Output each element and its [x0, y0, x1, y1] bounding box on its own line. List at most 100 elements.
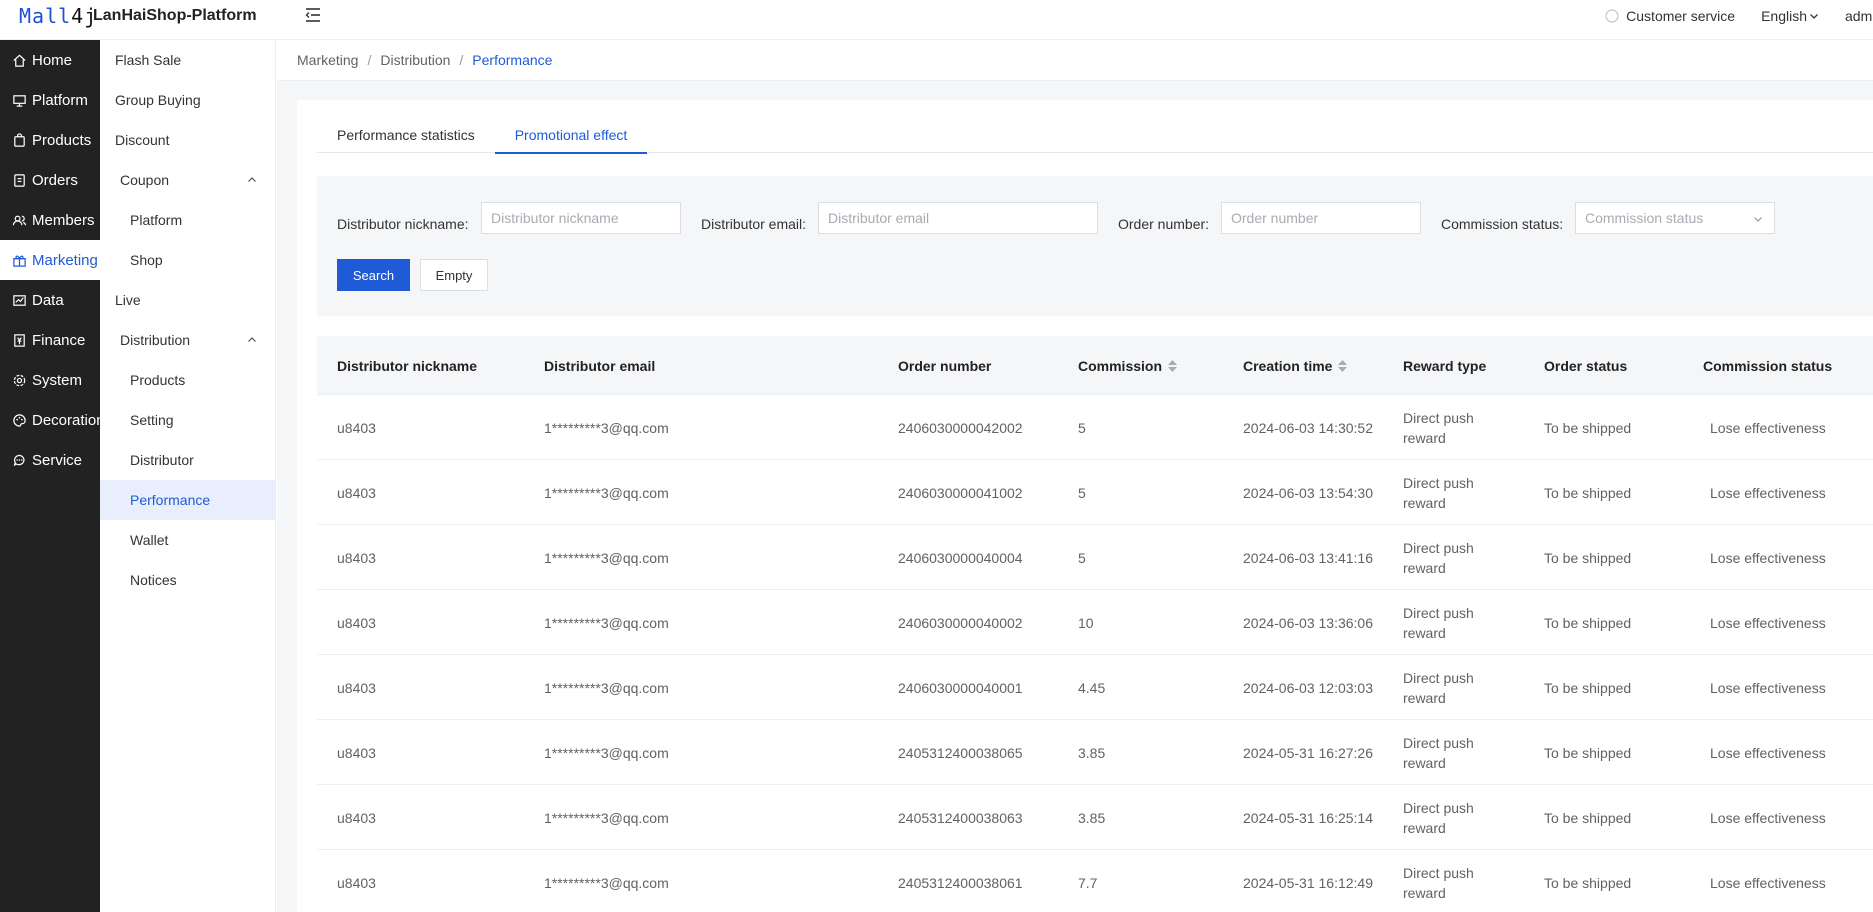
cell-nickname: u8403 — [337, 484, 376, 501]
cell-order-number: 2405312400038065 — [898, 744, 1023, 761]
sidebar-item-label: Products — [32, 131, 92, 149]
tab-performance-statistics[interactable]: Performance statistics — [317, 116, 495, 153]
cell-email: 1*********3@qq.com — [544, 679, 669, 696]
sidebar-item-label: Members — [32, 211, 95, 229]
subnav-item-flash-sale[interactable]: Flash Sale — [100, 40, 275, 80]
sort-icon[interactable] — [1338, 359, 1348, 372]
column-header-commission[interactable]: Commission — [1078, 336, 1178, 395]
customer-service-icon[interactable] — [1604, 8, 1620, 24]
cell-reward-type: Direct push reward — [1403, 799, 1474, 836]
cell-creation-time: 2024-06-03 13:36:06 — [1243, 614, 1373, 631]
subnav-item-distribution-wallet[interactable]: Wallet — [100, 520, 275, 560]
table-row: u8403 1*********3@qq.com 2406030000042002 5… — [317, 395, 1873, 460]
sidebar-item-label: Data — [32, 291, 64, 309]
cell-order-status: To be shipped — [1544, 419, 1632, 436]
cell-order-number: 2406030000040004 — [898, 549, 1023, 566]
order-number-label: Order number: — [1118, 216, 1210, 232]
sidebar-item-home[interactable]: Home — [0, 40, 100, 80]
search-button[interactable]: Search — [337, 259, 410, 291]
home-icon — [13, 54, 26, 67]
sidebar-item-label: Platform — [32, 91, 88, 109]
sidebar-item-system[interactable]: System — [0, 360, 100, 400]
breadcrumb-current: Performance — [472, 52, 553, 68]
menu-collapse-icon[interactable] — [304, 6, 322, 24]
cell-commission: 3.85 — [1078, 809, 1106, 826]
cell-reward-type: Direct push reward — [1403, 604, 1474, 641]
subnav-group-distribution[interactable]: Distribution — [100, 320, 275, 360]
palette-icon — [13, 413, 26, 427]
cell-creation-time: 2024-06-03 14:30:52 — [1243, 419, 1373, 436]
cell-reward-type: Direct push reward — [1403, 734, 1474, 771]
breadcrumb-item[interactable]: Distribution — [380, 52, 450, 68]
customer-service-link[interactable]: Customer service — [1626, 8, 1735, 24]
subnav-item-live[interactable]: Live — [100, 280, 275, 320]
breadcrumb-item[interactable]: Marketing — [297, 52, 358, 68]
subnav-group-coupon[interactable]: Coupon — [100, 160, 275, 200]
subnav-item-distribution-distributor[interactable]: Distributor — [100, 440, 275, 480]
empty-button[interactable]: Empty — [420, 259, 488, 291]
subnav-item-distribution-performance[interactable]: Performance — [100, 480, 275, 520]
chat-icon — [13, 454, 25, 466]
subnav-item-coupon-shop[interactable]: Shop — [100, 240, 275, 280]
sidebar-item-finance[interactable]: Finance — [0, 320, 100, 360]
order-icon — [14, 173, 25, 187]
tab-bar: Performance statistics Promotional effec… — [317, 116, 1873, 154]
sidebar-item-orders[interactable]: Orders — [0, 160, 100, 200]
cell-order-status: To be shipped — [1544, 744, 1632, 761]
cell-order-status: To be shipped — [1544, 484, 1632, 501]
cell-nickname: u8403 — [337, 874, 376, 891]
subnav-item-coupon-platform[interactable]: Platform — [100, 200, 275, 240]
order-number-input[interactable] — [1221, 202, 1421, 234]
subnav-item-distribution-products[interactable]: Products — [100, 360, 275, 400]
subnav-item-group-buying[interactable]: Group Buying — [100, 80, 275, 120]
secondary-sidebar: Flash Sale Group Buying Discount Coupon … — [100, 40, 276, 912]
subnav-group-label: Coupon — [120, 172, 170, 188]
commission-status-select[interactable]: Commission status — [1575, 202, 1775, 234]
cell-commission-status: Lose effectiveness — [1710, 679, 1826, 696]
cell-nickname: u8403 — [337, 744, 376, 761]
cell-order-status: To be shipped — [1544, 614, 1632, 631]
subnav-item-distribution-setting[interactable]: Setting — [100, 400, 275, 440]
sidebar-item-products[interactable]: Products — [0, 120, 100, 160]
platform-name: LanHaiShop-Platform — [93, 7, 257, 24]
cell-order-number: 2405312400038063 — [898, 809, 1023, 826]
sidebar-item-marketing[interactable]: Marketing — [0, 240, 100, 280]
cell-email: 1*********3@qq.com — [544, 874, 669, 891]
column-header-label: Commission — [1078, 357, 1163, 374]
column-header-order-number: Order number — [898, 357, 992, 374]
sort-icon[interactable] — [1168, 359, 1178, 372]
email-input[interactable] — [818, 202, 1098, 234]
cell-commission-status: Lose effectiveness — [1710, 419, 1826, 436]
subnav-item-discount[interactable]: Discount — [100, 120, 275, 160]
cell-reward-type: Direct push reward — [1403, 539, 1474, 576]
language-selector[interactable]: English — [1761, 8, 1819, 24]
column-header-reward-type: Reward type — [1403, 357, 1487, 374]
performance-table: Distributor nickname Distributor email O… — [317, 336, 1873, 912]
subnav-group-label: Distribution — [120, 332, 191, 348]
cell-commission: 7.7 — [1078, 874, 1098, 891]
header-actions: Customer service English admin — [1604, 0, 1873, 32]
tab-promotional-effect[interactable]: Promotional effect — [494, 116, 648, 154]
nickname-label: Distributor nickname: — [337, 216, 469, 232]
sidebar-item-decoration[interactable]: Decoration — [0, 400, 105, 440]
sidebar-item-platform[interactable]: Platform — [0, 80, 100, 120]
cell-order-status: To be shipped — [1544, 809, 1632, 826]
column-header-creation-time[interactable]: Creation time — [1243, 336, 1348, 395]
cell-nickname: u8403 — [337, 614, 376, 631]
cell-commission: 10 — [1078, 614, 1094, 631]
nickname-input[interactable] — [481, 202, 681, 234]
sidebar-item-service[interactable]: Service — [0, 440, 100, 480]
subnav-item-distribution-notices[interactable]: Notices — [100, 560, 275, 600]
cell-commission-status: Lose effectiveness — [1710, 874, 1826, 891]
table-row: u8403 1*********3@qq.com 2405312400038065 3… — [317, 720, 1873, 785]
cell-order-number: 2405312400038061 — [898, 874, 1023, 891]
sidebar-item-members[interactable]: Members — [0, 200, 100, 240]
cell-email: 1*********3@qq.com — [544, 549, 669, 566]
cell-nickname: u8403 — [337, 679, 376, 696]
user-menu[interactable]: admin — [1845, 8, 1873, 24]
cell-commission-status: Lose effectiveness — [1710, 484, 1826, 501]
column-header-nickname: Distributor nickname — [337, 357, 478, 374]
sidebar-item-data[interactable]: Data — [0, 280, 100, 320]
sidebar-item-label: Service — [32, 451, 83, 469]
cell-order-status: To be shipped — [1544, 679, 1632, 696]
